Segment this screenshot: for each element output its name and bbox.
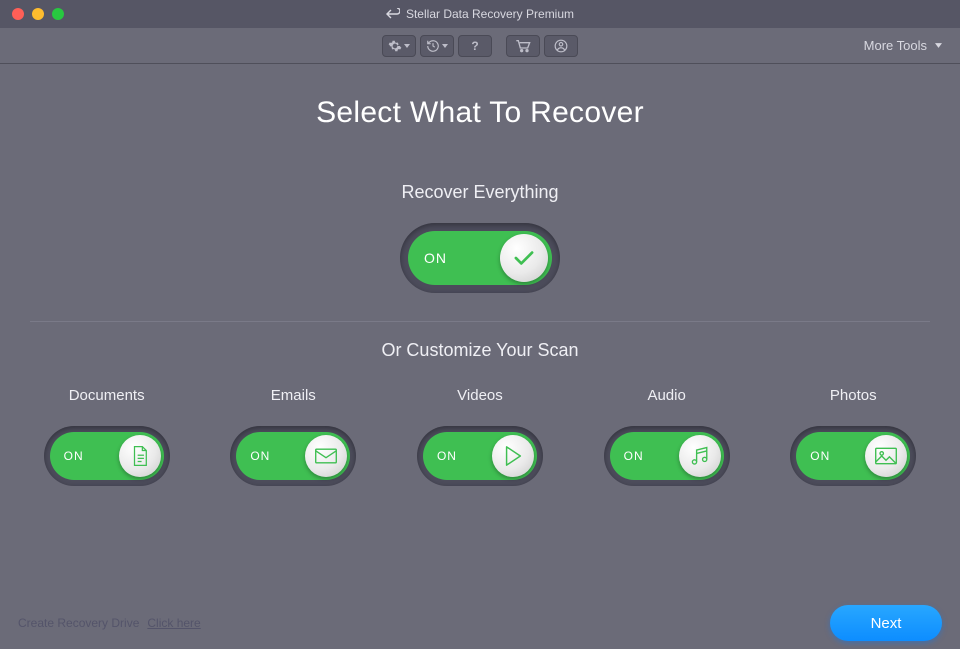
maximize-window-button[interactable] [52, 8, 64, 20]
next-button-label: Next [871, 615, 902, 632]
divider [30, 321, 930, 322]
history-button[interactable] [420, 35, 454, 57]
toggle-knob [119, 435, 161, 477]
recover-everything-toggle[interactable]: ON [400, 223, 560, 293]
toggle-knob [500, 234, 548, 282]
more-tools-dropdown[interactable]: More Tools [864, 38, 942, 53]
music-icon [689, 445, 711, 467]
gear-icon [388, 39, 402, 53]
more-tools-label: More Tools [864, 38, 927, 53]
photo-icon [874, 446, 898, 466]
question-icon: ? [471, 39, 478, 53]
toggle-photos[interactable]: ON [790, 426, 916, 486]
recover-everything-label: Recover Everything [0, 182, 960, 203]
toggle-knob [679, 435, 721, 477]
play-icon [503, 445, 523, 467]
toggle-state-label: ON [64, 449, 84, 463]
create-recovery-drive: Create Recovery Drive Click here [18, 616, 201, 630]
close-window-button[interactable] [12, 8, 24, 20]
chevron-down-icon [442, 44, 448, 48]
toggle-audio[interactable]: ON [604, 426, 730, 486]
toggle-state-label: ON [424, 250, 447, 266]
toggle-knob [305, 435, 347, 477]
category-label: Audio [647, 387, 685, 404]
titlebar: Stellar Data Recovery Premium [0, 0, 960, 28]
toggle-videos[interactable]: ON [417, 426, 543, 486]
chevron-down-icon [404, 44, 410, 48]
category-label: Videos [457, 387, 503, 404]
account-button[interactable] [544, 35, 578, 57]
category-list: Documents ON Emails ON [0, 387, 960, 486]
help-button[interactable]: ? [458, 35, 492, 57]
recovery-drive-label: Create Recovery Drive [18, 616, 139, 630]
main-content: Select What To Recover Recover Everythin… [0, 64, 960, 486]
toggle-state-label: ON [624, 449, 644, 463]
footer: Create Recovery Drive Click here Next [0, 597, 960, 649]
category-audio: Audio ON [577, 387, 757, 486]
click-here-link[interactable]: Click here [147, 616, 200, 630]
category-label: Photos [830, 387, 877, 404]
cart-button[interactable] [506, 35, 540, 57]
cart-icon [515, 39, 531, 53]
toggle-state-label: ON [250, 449, 270, 463]
category-videos: Videos ON [390, 387, 570, 486]
back-arrow-icon [386, 8, 400, 20]
chevron-down-icon [935, 43, 942, 48]
page-title: Select What To Recover [0, 96, 960, 130]
toolbar-group-right [506, 35, 578, 57]
minimize-window-button[interactable] [32, 8, 44, 20]
toolbar-group-left: ? [382, 35, 492, 57]
history-icon [426, 39, 440, 53]
user-icon [554, 39, 568, 53]
toggle-state-label: ON [810, 449, 830, 463]
check-icon [513, 249, 535, 267]
document-icon [130, 445, 150, 467]
window-title-text: Stellar Data Recovery Premium [406, 7, 574, 21]
toggle-knob [865, 435, 907, 477]
toggle-documents[interactable]: ON [44, 426, 170, 486]
category-label: Documents [69, 387, 145, 404]
category-emails: Emails ON [203, 387, 383, 486]
settings-button[interactable] [382, 35, 416, 57]
toggle-emails[interactable]: ON [230, 426, 356, 486]
toggle-state-label: ON [437, 449, 457, 463]
next-button[interactable]: Next [830, 605, 942, 641]
window-title: Stellar Data Recovery Premium [386, 7, 574, 21]
toggle-knob [492, 435, 534, 477]
customize-scan-label: Or Customize Your Scan [0, 340, 960, 361]
category-documents: Documents ON [17, 387, 197, 486]
email-icon [314, 447, 338, 465]
category-photos: Photos ON [763, 387, 943, 486]
toolbar: ? More Tools [0, 28, 960, 64]
category-label: Emails [271, 387, 316, 404]
traffic-lights [0, 8, 64, 20]
